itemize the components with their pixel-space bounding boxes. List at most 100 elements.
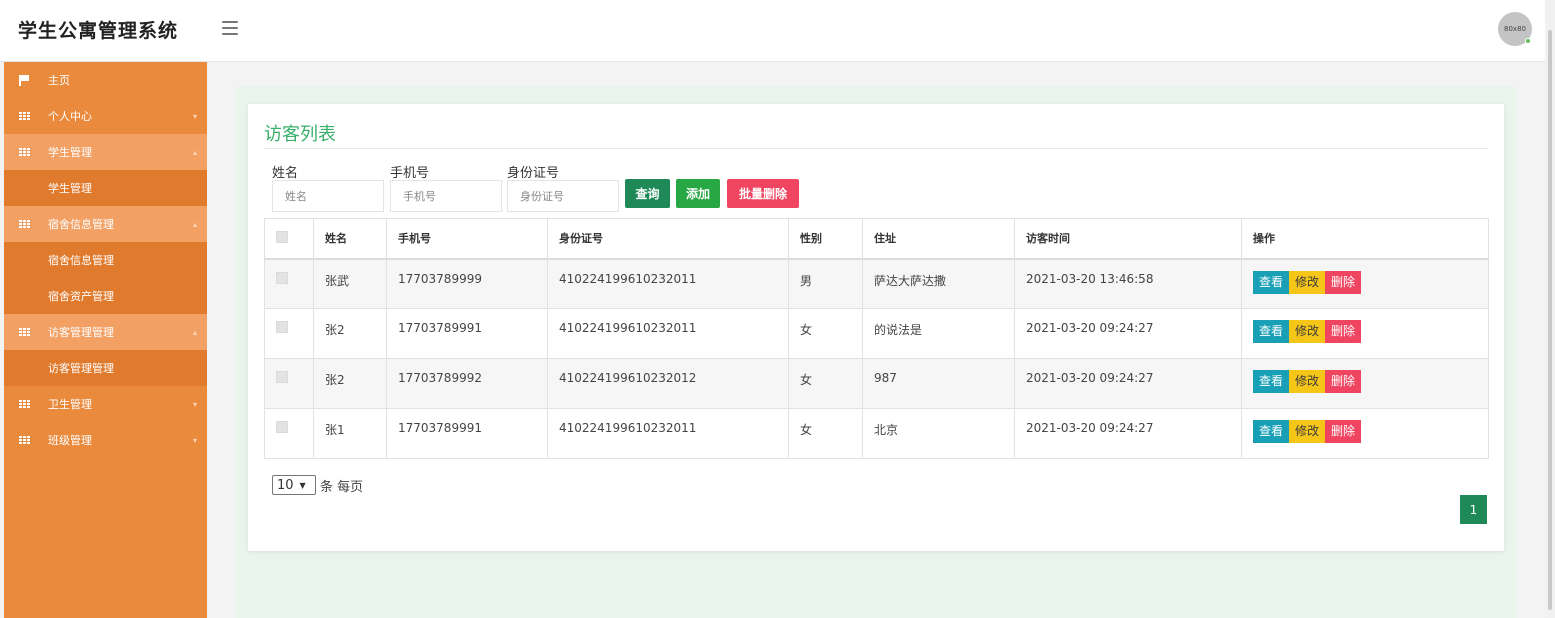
pagination-page-button[interactable]: 1 <box>1460 495 1487 524</box>
table-cell: 17703789991 <box>386 308 548 359</box>
view-button[interactable]: 查看 <box>1253 320 1290 343</box>
sidebar-item-hygiene-management[interactable]: 卫生管理 ▾ <box>4 386 207 422</box>
chevron-down-icon: ▼ <box>299 480 306 490</box>
name-label: 姓名 <box>272 166 299 181</box>
view-button[interactable]: 查看 <box>1253 370 1290 393</box>
delete-button[interactable]: 删除 <box>1325 270 1362 294</box>
sidebar-item-visitor-management[interactable]: 访客管理管理 ▴ <box>4 314 207 350</box>
sidebar: 主页 个人中心 ▾ 学生管理 ▴ 学生管理 宿舍信息管理 ▴ 宿舍信息管理 宿舍… <box>4 62 207 618</box>
table-cell: 女 <box>788 308 863 359</box>
name-input[interactable] <box>272 180 384 212</box>
page-title: 访客列表 <box>264 124 336 145</box>
batch-delete-button[interactable]: 批量删除 <box>727 179 799 208</box>
chevron-down-icon: ▾ <box>192 436 197 445</box>
id-number-input[interactable] <box>507 180 619 212</box>
column-header: 操作 <box>1241 218 1489 260</box>
grid-icon <box>18 110 30 122</box>
table-cell: 987 <box>862 358 1015 409</box>
column-header: 访客时间 <box>1014 218 1242 260</box>
column-header: 性别 <box>788 218 863 260</box>
sidebar-item-dorm-info-management[interactable]: 宿舍信息管理 ▴ <box>4 206 207 242</box>
phone-input[interactable] <box>390 180 502 212</box>
row-checkbox[interactable] <box>276 371 288 383</box>
table-cell: 17703789991 <box>386 408 548 459</box>
grid-icon <box>18 326 30 338</box>
table-cell: 410224199610232011 <box>547 408 789 459</box>
sidebar-subitem-student-management[interactable]: 学生管理 <box>4 170 207 206</box>
row-select-cell <box>264 408 314 459</box>
actions-cell: 查看 修改 删除 <box>1241 358 1489 409</box>
column-header: 手机号 <box>386 218 548 260</box>
table-cell: 女 <box>788 408 863 459</box>
table-cell: 萨达大萨达撒 <box>862 258 1015 309</box>
delete-button[interactable]: 删除 <box>1325 370 1362 393</box>
flag-icon <box>18 74 30 86</box>
avatar[interactable]: 80x80 <box>1498 12 1532 46</box>
page-size-select[interactable]: 10 ▼ <box>272 475 316 495</box>
visitor-list-card: 访客列表 姓名 手机号 身份证号 查询 添加 批量删除 姓名 手机号 身份证号 … <box>248 104 1504 551</box>
chevron-down-icon: ▾ <box>192 112 197 121</box>
table-cell: 2021-03-20 09:24:27 <box>1014 408 1242 459</box>
table-cell: 女 <box>788 358 863 409</box>
menu-toggle-icon[interactable] <box>222 21 238 35</box>
view-button[interactable]: 查看 <box>1253 270 1290 294</box>
search-button[interactable]: 查询 <box>625 179 670 208</box>
phone-label: 手机号 <box>390 166 430 181</box>
table-cell: 410224199610232011 <box>547 258 789 309</box>
sidebar-item-label: 个人中心 <box>48 110 92 123</box>
avatar-text: 80x80 <box>1504 25 1526 33</box>
table-cell: 男 <box>788 258 863 309</box>
sidebar-item-personal-center[interactable]: 个人中心 ▾ <box>4 98 207 134</box>
table-row: 张2 17703789992 410224199610232012 女 987 … <box>264 358 1489 409</box>
chevron-up-icon: ▴ <box>192 328 197 337</box>
scrollbar-thumb[interactable] <box>1548 30 1552 610</box>
sidebar-item-label: 学生管理 <box>48 146 92 159</box>
column-header: 住址 <box>862 218 1015 260</box>
sidebar-item-class-management[interactable]: 班级管理 ▾ <box>4 422 207 458</box>
view-button[interactable]: 查看 <box>1253 420 1290 443</box>
sidebar-item-label: 卫生管理 <box>48 398 92 411</box>
row-select-cell <box>264 308 314 359</box>
delete-button[interactable]: 删除 <box>1325 320 1362 343</box>
sidebar-item-label: 班级管理 <box>48 434 92 447</box>
sidebar-item-home[interactable]: 主页 <box>4 62 207 98</box>
edit-button[interactable]: 修改 <box>1289 270 1326 294</box>
sidebar-subitem-visitor-management[interactable]: 访客管理管理 <box>4 350 207 386</box>
add-button[interactable]: 添加 <box>676 179 720 208</box>
edit-button[interactable]: 修改 <box>1289 320 1326 343</box>
row-checkbox[interactable] <box>276 321 288 333</box>
chevron-up-icon: ▴ <box>192 148 197 157</box>
table-cell: 2021-03-20 09:24:27 <box>1014 358 1242 409</box>
actions-cell: 查看 修改 删除 <box>1241 308 1489 359</box>
sidebar-item-label: 访客管理管理 <box>48 326 114 339</box>
table-cell: 的说法是 <box>862 308 1015 359</box>
sidebar-item-label: 学生管理 <box>48 182 92 195</box>
id-number-label: 身份证号 <box>507 166 560 181</box>
app-title: 学生公寓管理系统 <box>18 20 179 42</box>
edit-button[interactable]: 修改 <box>1289 370 1326 393</box>
sidebar-subitem-dorm-assets-management[interactable]: 宿舍资产管理 <box>4 278 207 314</box>
row-checkbox[interactable] <box>276 271 288 284</box>
row-checkbox[interactable] <box>276 421 288 433</box>
row-select-cell <box>264 358 314 409</box>
delete-button[interactable]: 删除 <box>1325 420 1362 443</box>
sidebar-subitem-dorm-info-management[interactable]: 宿舍信息管理 <box>4 242 207 278</box>
select-all-checkbox[interactable] <box>276 230 288 243</box>
table-cell: 北京 <box>862 408 1015 459</box>
sidebar-item-label: 主页 <box>48 74 70 87</box>
grid-icon <box>18 398 30 410</box>
sidebar-item-student-management[interactable]: 学生管理 ▴ <box>4 134 207 170</box>
select-all-cell <box>264 218 314 260</box>
visitor-table: 姓名 手机号 身份证号 性别 住址 访客时间 操作 张武 17703789999… <box>264 218 1489 459</box>
table-header-row: 姓名 手机号 身份证号 性别 住址 访客时间 操作 <box>264 218 1489 260</box>
row-select-cell <box>264 258 314 309</box>
table-cell: 2021-03-20 13:46:58 <box>1014 258 1242 309</box>
page-size-value: 10 <box>277 477 294 493</box>
actions-cell: 查看 修改 删除 <box>1241 258 1489 309</box>
top-bar: 学生公寓管理系统 80x80 <box>0 0 1555 62</box>
grid-icon <box>18 434 30 446</box>
edit-button[interactable]: 修改 <box>1289 420 1326 443</box>
column-header: 姓名 <box>313 218 387 260</box>
table-cell: 17703789999 <box>386 258 548 309</box>
sidebar-item-label: 宿舍信息管理 <box>48 218 114 231</box>
